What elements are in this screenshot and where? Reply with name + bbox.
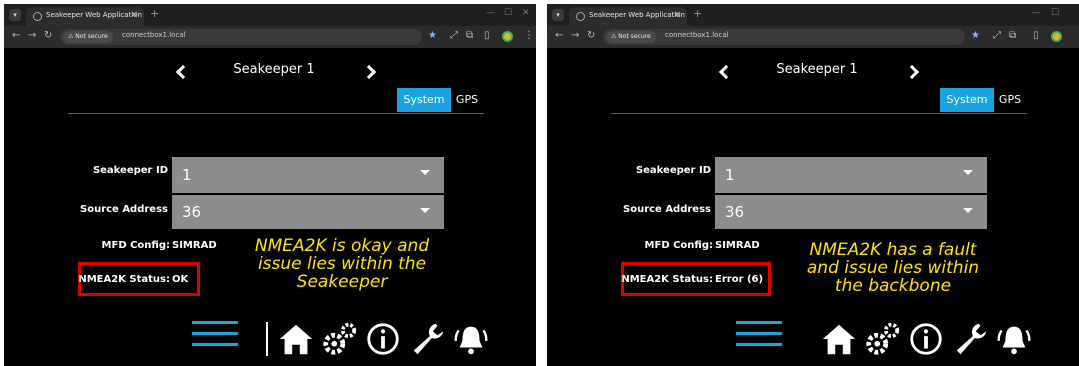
menu-icon[interactable] (736, 321, 782, 347)
info-icon[interactable] (364, 320, 402, 358)
new-tab-icon[interactable]: + (150, 7, 159, 20)
chevron-down-icon (963, 208, 973, 213)
annotation-note: NMEA2K is okay and issue lies within the… (254, 236, 430, 292)
minimize-icon[interactable]: — (486, 8, 495, 18)
seakeeper-id-select[interactable]: 1 (172, 157, 444, 193)
home-icon[interactable] (820, 320, 858, 358)
expand-icon[interactable]: ⤢ (450, 30, 458, 41)
browser-tab[interactable]: Seakeeper Web Application × (569, 7, 687, 26)
wrench-icon[interactable] (409, 320, 447, 358)
previous-device-icon[interactable] (175, 64, 191, 80)
back-icon[interactable]: ← (12, 30, 20, 41)
nmea-status-label: NMEA2K Status: (78, 274, 170, 285)
mfd-config-value: SIMRAD (172, 240, 217, 251)
mfd-config-value: SIMRAD (715, 240, 760, 251)
tab-system[interactable]: System (940, 88, 994, 112)
device-name: Seakeeper 1 (776, 62, 858, 77)
annotation-note: NMEA2K has a fault and issue lies within… (806, 240, 980, 296)
tab-search-icon[interactable]: ▾ (552, 9, 564, 21)
tab-gps[interactable]: GPS (994, 88, 1026, 112)
source-address-label: Source Address (623, 204, 711, 215)
source-address-label: Source Address (80, 204, 168, 215)
close-tab-icon[interactable]: × (673, 10, 681, 20)
new-tab-icon[interactable]: + (693, 7, 702, 20)
expand-icon[interactable]: ⤢ (993, 30, 1001, 41)
minimize-icon[interactable]: — (1031, 8, 1040, 18)
maximize-icon[interactable]: ☐ (1051, 8, 1059, 18)
toolbar-separator (266, 322, 268, 356)
info-icon[interactable] (907, 320, 945, 358)
bookmark-star-icon[interactable]: ★ (971, 30, 980, 41)
seakeeper-id-label: Seakeeper ID (92, 165, 168, 176)
seakeeper-id-select[interactable]: 1 (715, 157, 987, 193)
reload-icon[interactable]: ↻ (44, 30, 52, 41)
seakeeper-id-value: 1 (182, 166, 192, 184)
browser-tab-bar: ▾ Seakeeper Web Application × + — ☐ (547, 4, 1079, 26)
forward-icon[interactable]: → (28, 30, 36, 41)
gears-icon[interactable] (320, 320, 358, 358)
seakeeper-id-value: 1 (725, 166, 735, 184)
maximize-icon[interactable]: ☐ (504, 8, 512, 18)
tab-divider (611, 113, 1027, 114)
screenshot-panel-ok: ▾ Seakeeper Web Application × + — ☐ ✕ ← … (4, 4, 536, 366)
next-device-icon[interactable] (361, 64, 377, 80)
home-icon[interactable] (277, 320, 315, 358)
sidepanel-icon[interactable]: ▯ (1033, 30, 1039, 41)
alarm-bell-icon[interactable] (995, 320, 1033, 358)
reload-icon[interactable]: ↻ (587, 30, 595, 41)
globe-icon (576, 12, 585, 21)
chevron-down-icon (963, 170, 973, 175)
device-name: Seakeeper 1 (233, 62, 315, 77)
source-address-value: 36 (182, 203, 202, 221)
screenshot-panel-fault: ▾ Seakeeper Web Application × + — ☐ ← → … (547, 4, 1079, 366)
browser-tab-title: Seakeeper Web Application (46, 11, 142, 19)
extensions-icon[interactable]: ⧉ (466, 30, 473, 41)
close-window-icon[interactable]: ✕ (522, 8, 530, 18)
alarm-bell-icon[interactable] (452, 320, 490, 358)
previous-device-icon[interactable] (718, 64, 734, 80)
tab-search-icon[interactable]: ▾ (9, 9, 21, 21)
sidepanel-icon[interactable]: ▯ (484, 30, 490, 41)
browser-tab[interactable]: Seakeeper Web Application × (26, 7, 144, 26)
nmea-status-label: NMEA2K Status: (621, 274, 713, 285)
chevron-down-icon (420, 208, 430, 213)
forward-icon[interactable]: → (571, 30, 579, 41)
browser-tab-title: Seakeeper Web Application (589, 11, 685, 19)
extensions-icon[interactable]: ⧉ (1009, 30, 1016, 41)
tab-divider (68, 113, 484, 114)
url-omnibox[interactable]: ⚠ Not secure connectbox1.local (603, 29, 965, 45)
close-tab-icon[interactable]: × (130, 10, 138, 20)
back-icon[interactable]: ← (555, 30, 563, 41)
nmea-status-value: OK (172, 274, 189, 285)
chevron-down-icon (420, 170, 430, 175)
seakeeper-id-label: Seakeeper ID (635, 165, 711, 176)
gears-icon[interactable] (863, 320, 901, 358)
browser-address-bar: ← → ↻ ⚠ Not secure connectbox1.local ★ ⤢… (547, 26, 1079, 48)
menu-icon[interactable] (192, 321, 238, 347)
source-address-value: 36 (725, 203, 745, 221)
tab-system[interactable]: System (397, 88, 451, 112)
mfd-config-label: MFD Config: (101, 240, 170, 251)
url-text[interactable]: connectbox1.local (122, 31, 186, 39)
profile-avatar[interactable] (1051, 31, 1062, 42)
source-address-select[interactable]: 36 (715, 195, 987, 229)
url-text[interactable]: connectbox1.local (665, 31, 729, 39)
profile-avatar[interactable] (502, 31, 513, 42)
next-device-icon[interactable] (904, 64, 920, 80)
source-address-select[interactable]: 36 (172, 195, 444, 229)
nmea-status-value: Error (6) (715, 274, 764, 285)
url-omnibox[interactable]: ⚠ Not secure connectbox1.local (60, 29, 422, 45)
browser-address-bar: ← → ↻ ⚠ Not secure connectbox1.local ★ ⤢… (4, 26, 536, 48)
bookmark-star-icon[interactable]: ★ (428, 30, 437, 41)
globe-icon (33, 12, 42, 21)
browser-tab-bar: ▾ Seakeeper Web Application × + — ☐ ✕ (4, 4, 536, 26)
wrench-icon[interactable] (952, 320, 990, 358)
not-secure-badge[interactable]: ⚠ Not secure (606, 31, 656, 43)
tab-gps[interactable]: GPS (451, 88, 483, 112)
menu-dots-icon[interactable]: ⋮ (524, 30, 534, 41)
not-secure-badge[interactable]: ⚠ Not secure (63, 31, 113, 43)
mfd-config-label: MFD Config: (644, 240, 713, 251)
